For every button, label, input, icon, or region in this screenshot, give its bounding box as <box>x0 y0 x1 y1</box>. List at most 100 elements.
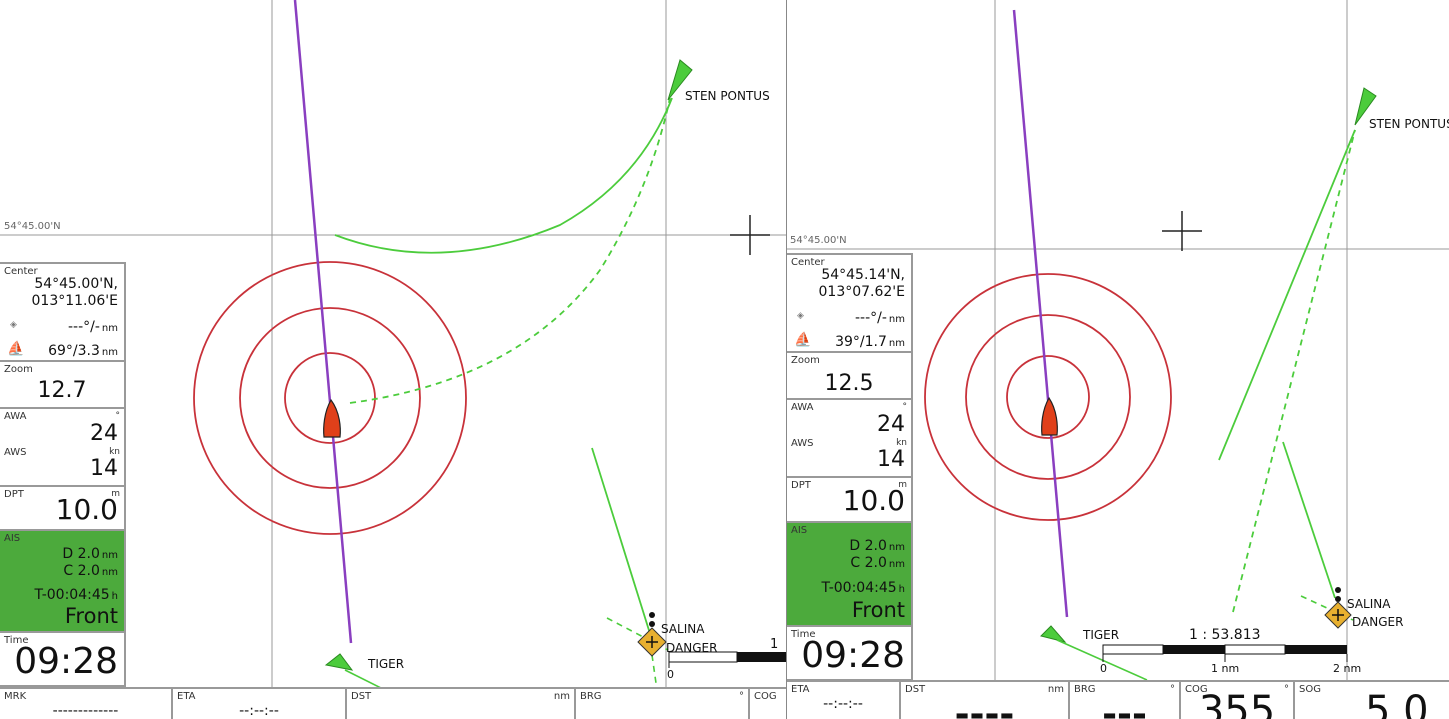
danger-label: DANGER <box>1352 615 1404 629</box>
awa-value: 24 <box>90 421 118 446</box>
brg-value: --- <box>1102 694 1147 719</box>
latitude-label: 54°45.00'N <box>4 221 61 232</box>
ais-cpa: 2.0 <box>864 555 887 571</box>
panel-title: Zoom <box>791 355 820 366</box>
bottom-data-bar: MRK ------------- ETA --:--:-- DST nm BR… <box>0 687 786 719</box>
label: C <box>63 563 74 579</box>
ais-panel[interactable]: AIS D 2.0 nm C 2.0 nm T-00:04:45 h Front <box>787 523 913 627</box>
target-label-sten-pontus[interactable]: STEN PONTUS <box>1369 117 1449 131</box>
ais-target-icon <box>1040 625 1067 643</box>
center-longitude: 013°11.06'E <box>31 293 119 309</box>
awa-label: AWA <box>4 411 27 422</box>
bearing-value: ---°/- <box>67 319 100 335</box>
unit: h <box>898 584 905 595</box>
eta-value: --:--:-- <box>823 696 863 712</box>
scale-tick: 0 <box>667 668 674 681</box>
eta-cell[interactable]: ETA --:--:-- <box>173 689 347 719</box>
own-boat-icon <box>323 398 341 438</box>
sog-value: 5.0 <box>1365 688 1429 719</box>
label: COG <box>754 691 777 702</box>
scale-bar <box>1102 644 1348 662</box>
unit: nm <box>101 323 118 334</box>
panel-title: Zoom <box>4 364 33 375</box>
scale-tick: 2 nm <box>1333 662 1362 675</box>
unit: ° <box>115 411 121 421</box>
brg-cell[interactable]: BRG ° --- <box>1070 682 1181 719</box>
unit: ° <box>739 691 744 702</box>
ais-direction: Front <box>851 598 905 622</box>
dst-value: ---- <box>954 694 1015 719</box>
own-boat-icon <box>1041 396 1058 436</box>
target-label-salina[interactable]: SALINA <box>1347 597 1390 611</box>
scale-label: 1 <box>770 637 779 652</box>
panel-title: AIS <box>4 533 21 544</box>
unit: h <box>111 591 118 602</box>
target-track-salina <box>591 447 653 641</box>
awa-label: AWA <box>791 402 814 413</box>
depth-panel[interactable]: DPT m 10.0 <box>787 478 913 523</box>
zoom-value: 12.7 <box>37 378 87 403</box>
aws-value: 14 <box>877 447 905 472</box>
aws-value: 14 <box>90 456 118 481</box>
mrk-cell[interactable]: MRK ------------- <box>0 689 173 719</box>
label: C <box>850 555 861 571</box>
label: D <box>849 538 861 554</box>
target-label-sten-pontus[interactable]: STEN PONTUS <box>685 89 770 103</box>
target-track-sten <box>334 97 673 254</box>
chart-view-left[interactable]: 54°45.00'N STEN PONTUS SALINA DANGER TIG… <box>0 0 786 719</box>
boat-bearing-value: 69°/3.3 <box>48 343 100 359</box>
panel-title: AIS <box>791 525 808 536</box>
eta-cell[interactable]: ETA --:--:-- <box>787 682 901 719</box>
center-panel[interactable]: Center 54°45.00'N, 013°11.06'E ◈ ---°/- n… <box>0 262 126 362</box>
scale-tick: 0 <box>1100 662 1107 675</box>
sog-cell[interactable]: SOG 5.0 <box>1295 682 1449 719</box>
depth-value: 10.0 <box>842 484 905 517</box>
depth-value: 10.0 <box>55 493 118 526</box>
bottom-data-bar: ETA --:--:-- DST nm ---- BRG ° --- COG °… <box>787 680 1449 719</box>
time-value: 09:28 <box>14 641 118 682</box>
ais-distance: 2.0 <box>77 546 100 562</box>
target-label-salina[interactable]: SALINA <box>661 622 704 636</box>
label: SOG <box>1299 684 1321 695</box>
zoom-value: 12.5 <box>824 371 874 396</box>
time-panel[interactable]: Time 09:28 <box>0 633 126 687</box>
dst-cell[interactable]: DST nm <box>347 689 576 719</box>
brg-cell[interactable]: BRG ° <box>576 689 750 719</box>
target-track-sten <box>1218 129 1356 461</box>
bearing-value: ---°/- <box>854 310 887 326</box>
label: MRK <box>4 691 27 702</box>
center-latitude: 54°45.14'N, <box>821 267 905 283</box>
zoom-panel[interactable]: Zoom 12.5 <box>787 353 913 400</box>
target-label-tiger[interactable]: TIGER <box>1083 628 1119 642</box>
course-line <box>1012 9 1069 618</box>
target-label-tiger[interactable]: TIGER <box>368 657 404 671</box>
scale-ratio: 1 : 53.813 <box>1189 627 1261 643</box>
time-panel[interactable]: Time 09:28 <box>787 627 913 681</box>
center-panel[interactable]: Center 54°45.14'N, 013°07.62'E ◈ ---°/- n… <box>787 253 913 353</box>
cog-value: 355 <box>1198 688 1276 719</box>
dst-cell[interactable]: DST nm ---- <box>901 682 1070 719</box>
danger-label: DANGER <box>666 641 718 655</box>
depth-panel[interactable]: DPT m 10.0 <box>0 487 126 531</box>
crosshair-icon <box>1162 211 1202 251</box>
ais-cpa: 2.0 <box>77 563 100 579</box>
ais-tcpa: T-00:04:45 <box>34 587 110 603</box>
ais-panel[interactable]: AIS D 2.0 nm C 2.0 nm T-00:04:45 h Front <box>0 531 126 633</box>
wind-panel[interactable]: AWA ° 24 AWS kn 14 <box>787 400 913 478</box>
mrk-value: ------------- <box>52 703 119 719</box>
zoom-panel[interactable]: Zoom 12.7 <box>0 362 126 409</box>
target-cpa-line-sten <box>1232 129 1356 613</box>
ais-direction: Front <box>64 604 118 628</box>
cog-cell[interactable]: COG ° 355 <box>1181 682 1295 719</box>
scale-tick: 1 nm <box>1211 662 1240 675</box>
aws-label: AWS <box>791 438 814 449</box>
unit: ° <box>902 402 908 412</box>
time-value: 09:28 <box>801 635 905 676</box>
unit: nm <box>888 338 905 349</box>
wind-panel[interactable]: AWA ° 24 AWS kn 14 <box>0 409 126 487</box>
cog-cell[interactable]: COG <box>750 689 786 719</box>
label: BRG <box>580 691 602 702</box>
sailboat-icon: ⛵ <box>794 332 812 348</box>
chart-view-right[interactable]: 54°45.00'N STEN PONTUS SALINA DANGER TIG… <box>786 0 1449 719</box>
course-line <box>293 0 353 644</box>
